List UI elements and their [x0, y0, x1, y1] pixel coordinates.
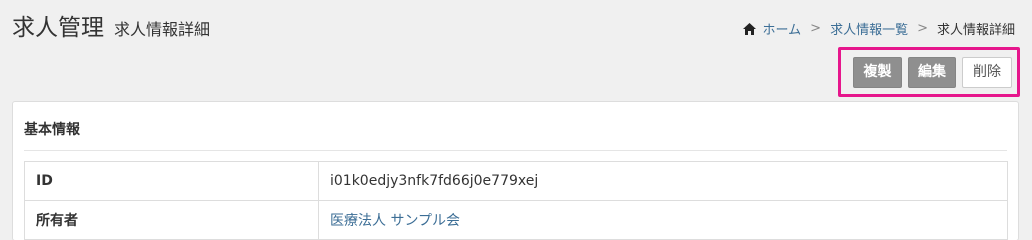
breadcrumb-separator: >	[917, 21, 928, 36]
table-row: 所有者 医療法人 サンプル会	[24, 200, 1008, 240]
row-value-cell: 医療法人 サンプル会	[318, 200, 1008, 240]
breadcrumb-list-link[interactable]: 求人情報一覧	[830, 19, 908, 38]
home-icon	[742, 22, 756, 35]
panel-divider	[24, 150, 1007, 151]
breadcrumb-current: 求人情報詳細	[936, 23, 1015, 38]
page-subtitle: 求人情報詳細	[114, 20, 211, 39]
breadcrumb-home-link[interactable]: ホーム	[763, 19, 802, 38]
owner-link[interactable]: 医療法人 サンプル会	[330, 213, 460, 229]
panel-heading: 基本情報	[24, 122, 80, 138]
row-value: i01k0edjy3nfk7fd66j0e779xej	[318, 161, 1008, 201]
row-label: 所有者	[24, 200, 319, 240]
basic-info-panel: 基本情報 ID i01k0edjy3nfk7fd66j0e779xej 所有者 …	[12, 101, 1019, 240]
info-table: ID i01k0edjy3nfk7fd66j0e779xej 所有者 医療法人 …	[24, 161, 1008, 240]
delete-button[interactable]: 削除	[962, 57, 1012, 88]
duplicate-button[interactable]: 複製	[853, 57, 902, 88]
row-label: ID	[24, 161, 319, 201]
table-row: ID i01k0edjy3nfk7fd66j0e779xej	[24, 161, 1008, 201]
breadcrumb: ホーム > 求人情報一覧 > 求人情報詳細	[742, 19, 1015, 38]
breadcrumb-separator: >	[810, 21, 822, 36]
edit-button[interactable]: 編集	[908, 57, 956, 88]
page-title-main: 求人管理	[12, 15, 104, 41]
page-title: 求人管理 求人情報詳細	[12, 8, 210, 42]
